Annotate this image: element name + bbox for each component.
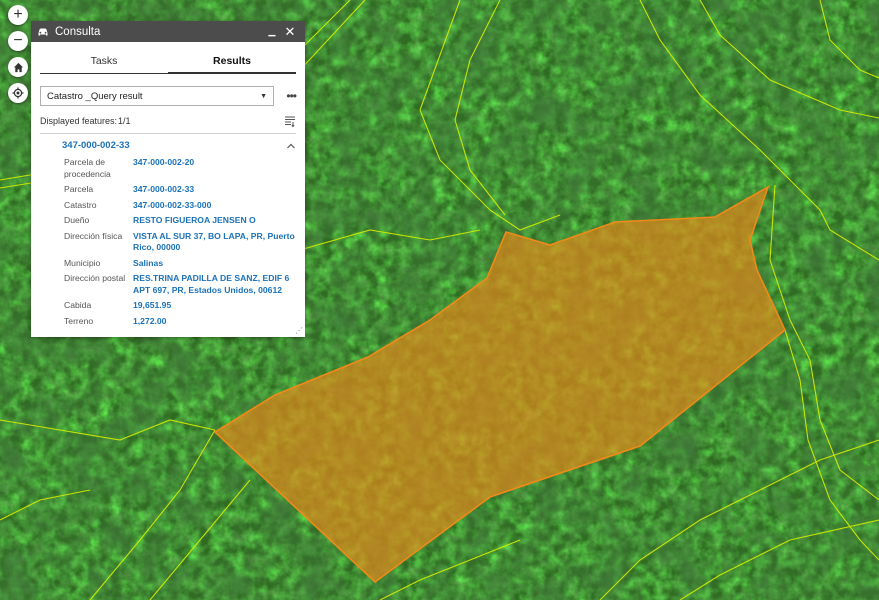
widget-tabs: Tasks Results <box>40 51 296 74</box>
attr-key: Dueño <box>64 215 90 225</box>
result-layer-select[interactable]: Catastro _Query result ▼ <box>40 86 274 106</box>
zoom-in-button[interactable]: + <box>8 5 28 25</box>
zoom-out-button[interactable]: − <box>8 31 28 51</box>
attr-key: Catastro <box>64 199 97 210</box>
attr-row: Cabida 19,651.95 <box>64 300 297 312</box>
attr-value: RESTO FIGUEROA JENSEN O <box>133 215 256 225</box>
locate-button[interactable] <box>8 83 28 103</box>
attr-value: 1,272.00 <box>133 315 167 326</box>
zoom-out-label: − <box>13 32 23 49</box>
close-button[interactable]: ✕ <box>281 24 299 40</box>
widget-titlebar[interactable]: Consulta ▁ ✕ <box>31 21 305 42</box>
feature-title[interactable]: 347-000-002-33 <box>62 140 286 151</box>
attr-row: Dirección postal RES.TRINA PADILLA DE SA… <box>64 273 297 296</box>
more-options-button[interactable]: ••• <box>274 89 297 103</box>
tab-results[interactable]: Results <box>168 51 296 74</box>
attr-key: Municipio <box>64 257 101 268</box>
attr-row: Parcela de procedencia 347-000-002-20 <box>64 157 297 180</box>
attr-value: 347-000-002-33-000 <box>133 199 212 210</box>
displayed-features-label: Displayed features: <box>40 116 118 126</box>
feature-attributes: Parcela de procedencia 347-000-002-20 Pa… <box>64 157 297 327</box>
attr-row: Municipio Salinas <box>64 258 297 270</box>
attr-key: Dirección física <box>64 230 123 241</box>
zoom-in-label: + <box>13 6 23 23</box>
attr-key: Terreno <box>64 315 94 326</box>
tab-tasks[interactable]: Tasks <box>40 51 168 73</box>
query-widget-panel: Consulta ▁ ✕ Tasks Results Catastro _Que… <box>31 21 305 337</box>
attr-value: Salinas <box>133 257 164 268</box>
attr-row: Dirección física VISTA AL SUR 37, BO LAP… <box>64 231 297 254</box>
attr-key: Dirección postal <box>64 273 126 283</box>
attr-row: Terreno 1,272.00 <box>64 316 297 328</box>
attr-key: Parcela <box>64 184 94 194</box>
attr-key: Parcela de procedencia <box>64 157 111 179</box>
chevron-down-icon: ▼ <box>260 92 267 100</box>
widget-title: Consulta <box>55 25 101 38</box>
attr-value: 19,651.95 <box>133 300 172 310</box>
locate-icon <box>12 87 24 99</box>
attr-key: Cabida <box>64 300 92 310</box>
attr-row: Dueño RESTO FIGUEROA JENSEN O <box>64 215 297 227</box>
minimize-button[interactable]: ▁ <box>263 26 281 37</box>
chevron-up-icon[interactable] <box>286 142 296 150</box>
attr-row: Catastro 347-000-002-33-000 <box>64 200 297 212</box>
home-button[interactable] <box>8 57 28 77</box>
displayed-features-value: 1/1 <box>118 116 131 126</box>
attr-row: Parcela 347-000-002-33 <box>64 184 297 196</box>
resize-handle-icon[interactable]: ⋰ <box>295 326 303 335</box>
car-icon <box>38 28 48 35</box>
attr-value: 347-000-002-33 <box>133 184 195 194</box>
result-layer-value: Catastro _Query result <box>47 90 143 102</box>
divider <box>40 133 296 134</box>
attr-value: 347-000-002-20 <box>133 157 195 167</box>
attr-value: RES.TRINA PADILLA DE SANZ, EDIF 6 APT 69… <box>133 273 290 295</box>
home-icon <box>13 62 23 72</box>
attr-value: VISTA AL SUR 37, BO LAPA, PR, Puerto Ric… <box>133 230 295 253</box>
list-options-icon[interactable] <box>284 115 296 127</box>
